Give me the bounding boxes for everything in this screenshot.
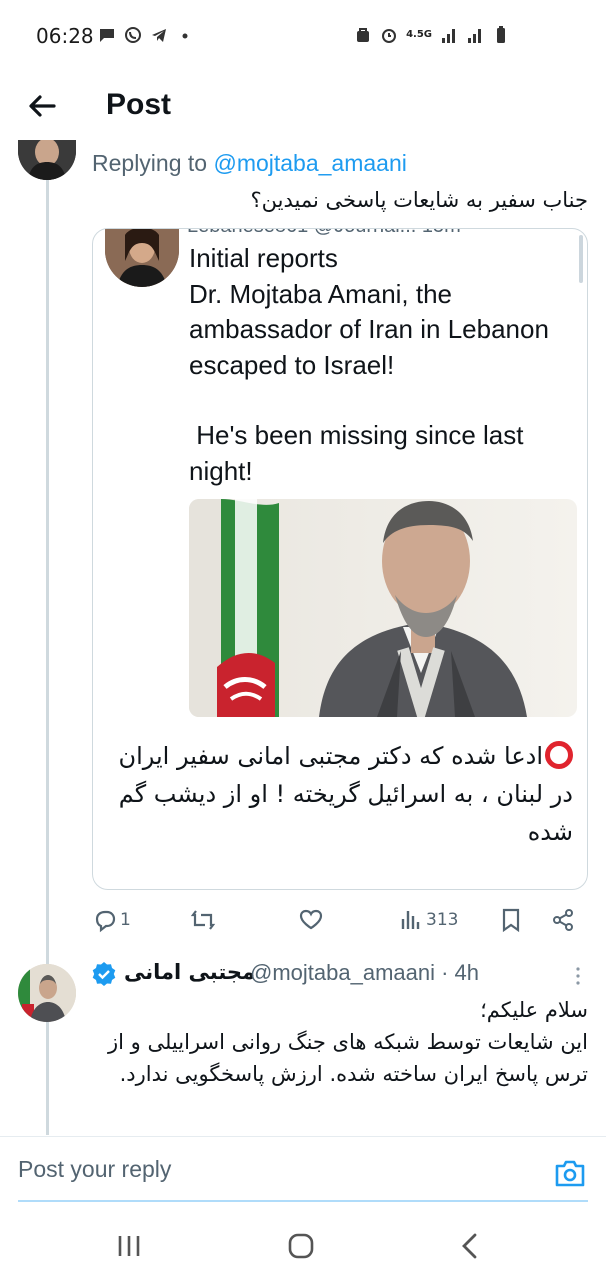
back-nav-icon[interactable]	[454, 1230, 488, 1262]
battery-icon	[497, 26, 505, 43]
more-options-icon[interactable]	[576, 966, 580, 986]
status-time: 06:28	[36, 24, 94, 48]
quoted-cut-header: Lebanese861 @Journal... 15m	[187, 229, 461, 238]
verified-badge-icon	[92, 962, 116, 986]
home-icon[interactable]	[284, 1230, 318, 1262]
android-nav-bar	[0, 1210, 606, 1280]
telegram-icon	[152, 29, 166, 42]
alarm-icon	[382, 29, 397, 43]
tweet-text-line: سلام علیکم؛	[480, 998, 588, 1022]
quoted-farsi-text: ادعا شده که دکتر مجتبی امانی سفیر ایران …	[113, 737, 573, 851]
page-title: Post	[106, 88, 172, 121]
divider	[0, 1136, 606, 1137]
quoted-avatar	[105, 229, 179, 287]
share-button[interactable]	[550, 906, 576, 934]
status-bar: 06:28 4.5G	[0, 0, 606, 72]
composer-underline	[18, 1200, 588, 1202]
second-tweet-text: سلام علیکم؛ این شایعات توسط شبکه های جنگ…	[92, 994, 588, 1090]
back-arrow-icon[interactable]	[26, 90, 58, 122]
recent-apps-icon[interactable]	[112, 1230, 146, 1262]
views-count: 313	[426, 910, 459, 930]
author-name[interactable]: مجتبی امانی	[124, 960, 255, 984]
message-icon	[100, 29, 114, 42]
replying-to-handle-link[interactable]: @mojtaba_amaani	[213, 150, 406, 176]
quoted-farsi-caption: ادعا شده که دکتر مجتبی امانی سفیر ایران …	[118, 742, 573, 846]
avatar[interactable]	[18, 140, 76, 180]
reply-input[interactable]	[18, 1156, 518, 1183]
tweet-time: · 4h	[435, 960, 480, 985]
like-button[interactable]	[298, 906, 326, 934]
network-4g-icon: 4.5G	[406, 29, 432, 40]
whatsapp-icon	[125, 27, 141, 43]
signal-icon	[442, 29, 455, 43]
reply-tweet-text: جناب سفیر به شایعات پاسخی نمیدین؟	[250, 188, 588, 212]
repost-icon	[190, 910, 216, 930]
bookmark-icon	[502, 908, 520, 933]
reply-button[interactable]: 1	[92, 906, 131, 934]
quoted-scrollbar	[579, 235, 583, 283]
quoted-text-line: Dr. Mojtaba Amani, the ambassador of Ira…	[189, 278, 557, 380]
dot-icon	[182, 33, 188, 39]
avatar[interactable]	[18, 964, 76, 1022]
author-handle[interactable]: @mojtaba_amaani	[250, 960, 435, 985]
quoted-photo[interactable]	[189, 499, 577, 717]
signal-roaming-icon	[468, 29, 481, 43]
vpn-icon	[357, 28, 370, 42]
app-header: Post	[0, 72, 606, 144]
author-handle-time: @mojtaba_amaani · 4h	[250, 960, 479, 986]
tweet-action-bar: 1 313	[92, 900, 588, 940]
status-system-icons: 4.5G	[354, 26, 510, 44]
quoted-text-line: Initial reports	[189, 243, 338, 273]
replying-to-line: Replying to @mojtaba_amaani	[92, 150, 407, 177]
share-icon	[553, 909, 573, 931]
heart-icon	[299, 909, 323, 930]
quoted-image-card[interactable]: Lebanese861 @Journal... 15m Initial repo…	[92, 228, 588, 890]
quoted-text-line: He's been missing since last night!	[189, 420, 531, 486]
red-circle-icon	[545, 741, 573, 769]
camera-icon[interactable]	[554, 1158, 586, 1188]
views-chart-icon	[401, 911, 420, 929]
views-button[interactable]: 313	[398, 906, 458, 934]
quoted-text-line	[189, 383, 569, 418]
repost-button[interactable]	[190, 906, 218, 934]
tweet-text-line: این شایعات توسط شبکه های جنگ روانی اسرای…	[101, 1030, 588, 1086]
reply-count: 1	[120, 910, 131, 930]
bookmark-button[interactable]	[498, 906, 524, 934]
reply-composer	[0, 1150, 606, 1200]
status-notification-icons	[98, 26, 194, 44]
quoted-tweet-text: Initial reports Dr. Mojtaba Amani, the a…	[189, 241, 569, 489]
second-tweet-header: مجتبی امانی @mojtaba_amaani · 4h	[92, 960, 588, 990]
replying-to-label: Replying to	[92, 150, 208, 176]
reply-icon	[95, 910, 116, 933]
